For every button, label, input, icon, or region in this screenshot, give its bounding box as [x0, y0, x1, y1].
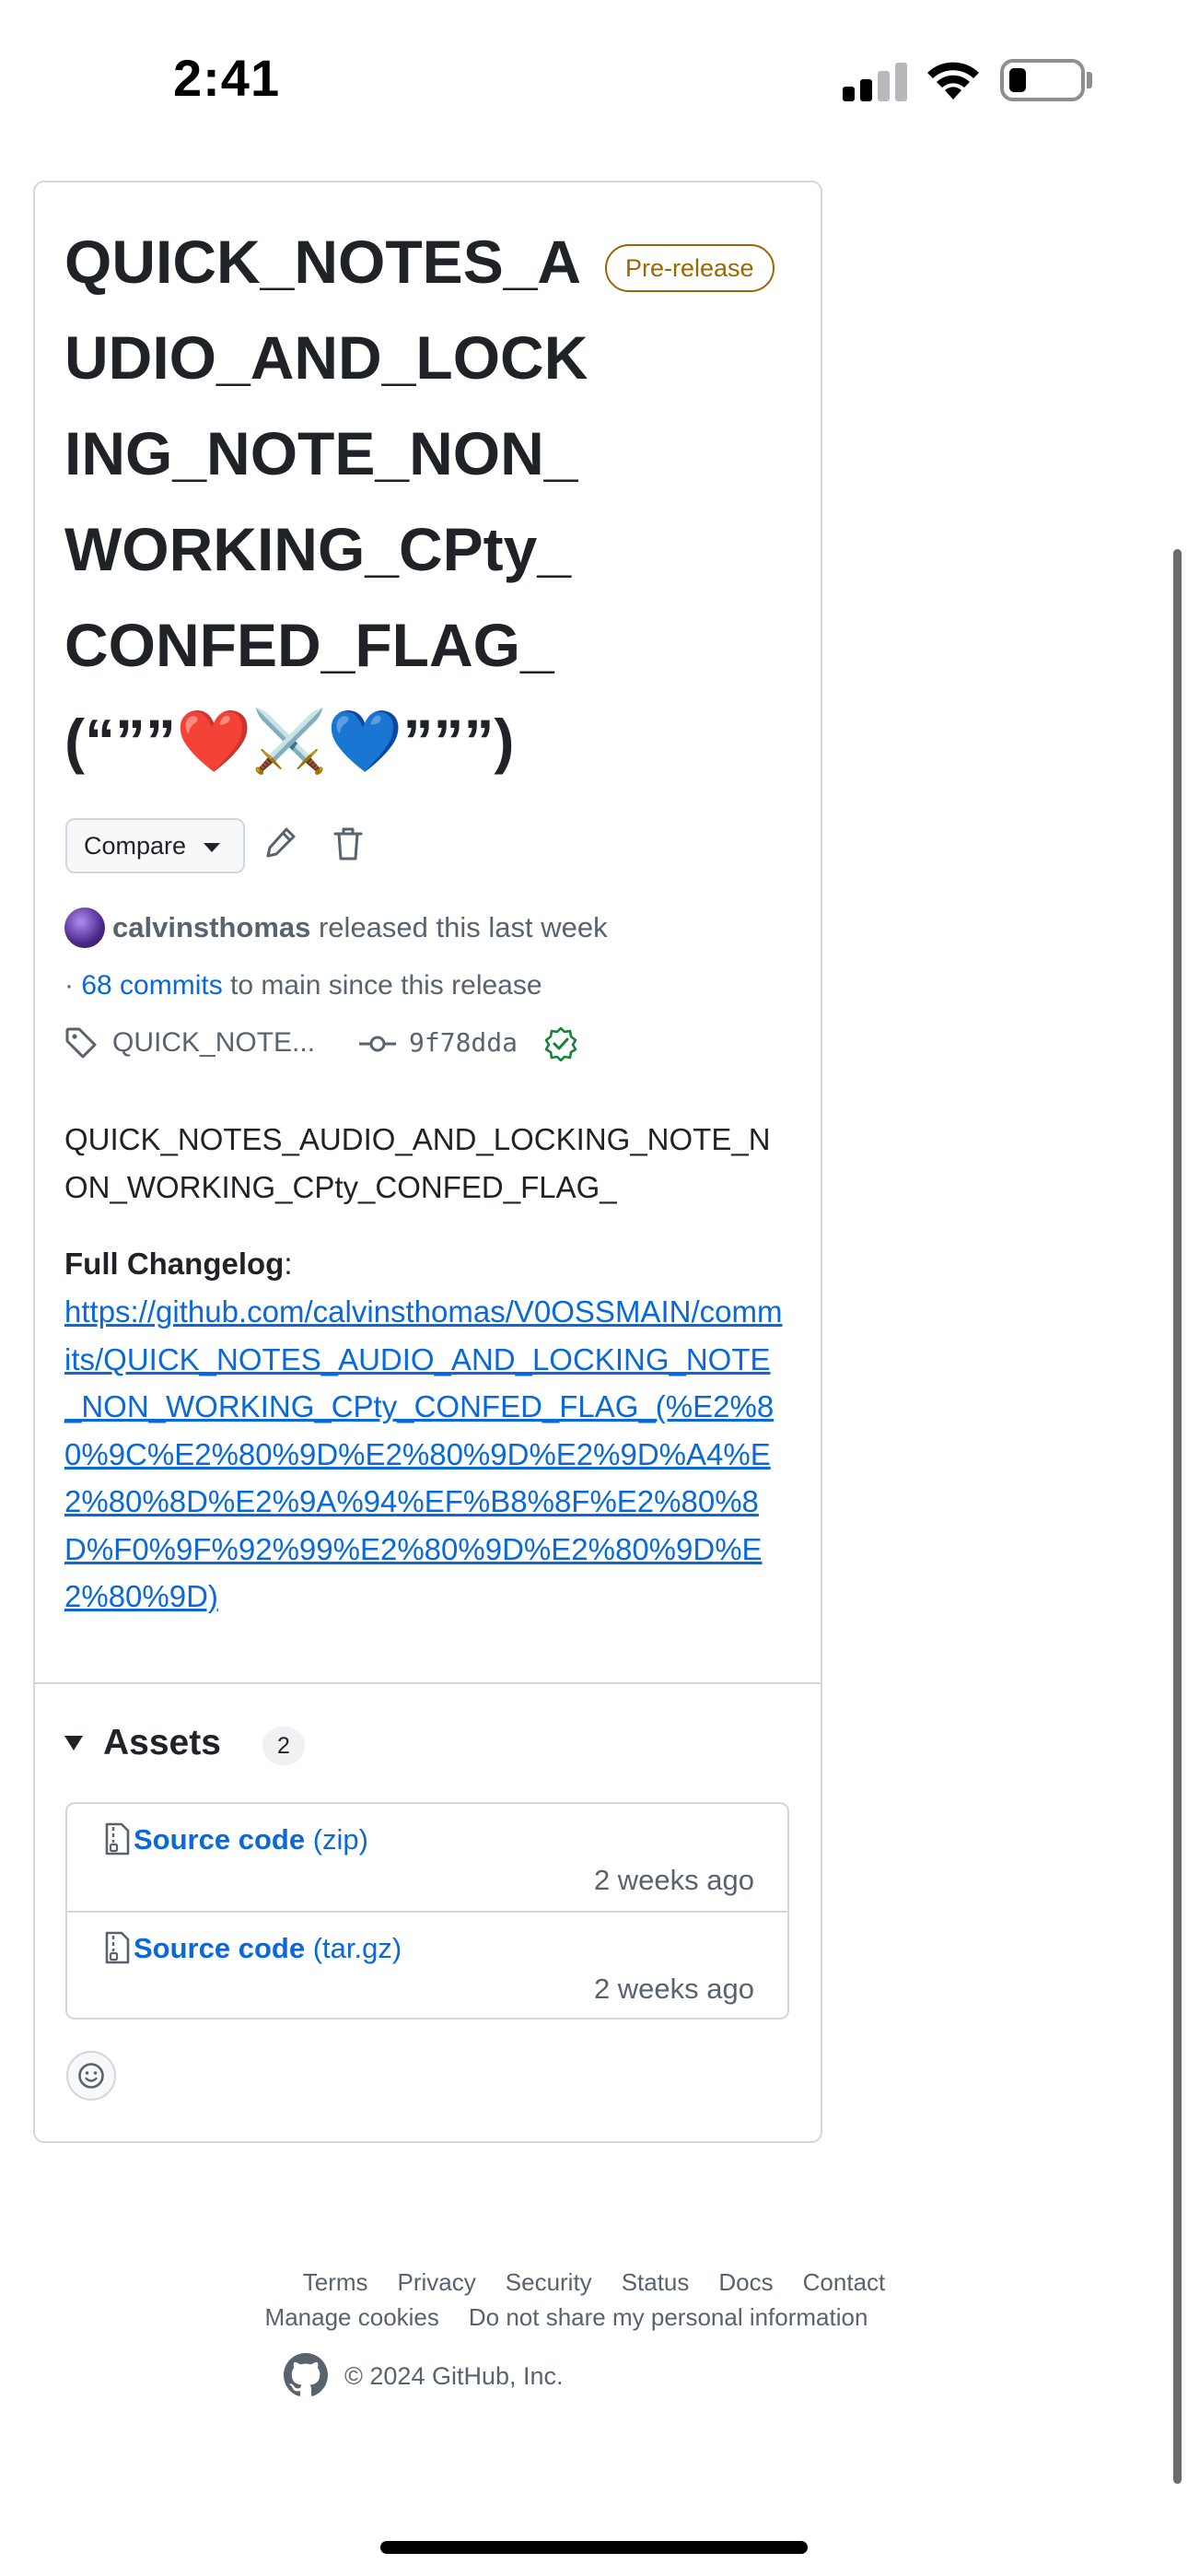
- commits-since-release: · 68 commits to main since this release: [64, 967, 542, 1004]
- cellular-signal-icon: [843, 61, 909, 101]
- page-scrollbar[interactable]: [1173, 549, 1182, 2484]
- asset-date: 2 weeks ago: [593, 1973, 754, 2005]
- assets-list: Source code (zip) 2 weeks ago Source cod…: [65, 1802, 789, 2020]
- file-zip-icon: [105, 1931, 130, 1964]
- footer-link-privacy[interactable]: Privacy: [398, 2265, 476, 2300]
- caret-down-icon: [204, 843, 220, 852]
- tag-link[interactable]: QUICK_NOTE...: [112, 1025, 315, 1061]
- asset-date: 2 weeks ago: [593, 1864, 754, 1896]
- asset-name: Source code: [134, 1823, 306, 1856]
- trash-icon[interactable]: [332, 825, 365, 862]
- footer-link-do-not-share[interactable]: Do not share my personal information: [469, 2300, 868, 2335]
- footer-link-security[interactable]: Security: [506, 2265, 592, 2300]
- compare-button[interactable]: Compare: [65, 818, 245, 873]
- commit-sha-link[interactable]: 9f78dda: [409, 1025, 518, 1061]
- footer-links-secondary: Manage cookies Do not share my personal i…: [0, 2300, 1188, 2335]
- changelog-colon: :: [284, 1247, 293, 1281]
- github-logo-icon[interactable]: [284, 2353, 328, 2397]
- tag-icon: [65, 1027, 97, 1059]
- asset-ext: (tar.gz): [312, 1932, 402, 1964]
- footer-link-contact[interactable]: Contact: [803, 2265, 886, 2300]
- battery-tip: [1087, 72, 1092, 88]
- asset-ext: (zip): [312, 1823, 368, 1856]
- footer-links: Terms Privacy Security Status Docs Contact: [0, 2265, 1188, 2300]
- release-title: QUICK_NOTES_AUDIO_AND_LOCKING_NOTE_NON_W…: [64, 228, 588, 775]
- asset-row: Source code (zip) 2 weeks ago: [67, 1804, 787, 1911]
- author-link[interactable]: calvinsthomas: [112, 911, 310, 943]
- section-divider: [35, 1682, 821, 1684]
- commits-link[interactable]: 68 commits: [81, 970, 222, 1001]
- status-time: 2:41: [173, 49, 281, 107]
- changelog-link[interactable]: https://github.com/calvinsthomas/V0OSSMA…: [64, 1288, 783, 1621]
- release-notes-text: QUICK_NOTES_AUDIO_AND_LOCKING_NOTE_NON_W…: [64, 1122, 771, 1204]
- verified-icon[interactable]: [543, 1026, 578, 1061]
- add-reaction-button[interactable]: [66, 2051, 116, 2101]
- commits-prefix: ·: [64, 970, 82, 1001]
- battery-icon: [1000, 59, 1085, 101]
- footer-link-docs[interactable]: Docs: [718, 2265, 773, 2300]
- smiley-icon: [78, 2063, 104, 2089]
- assets-heading[interactable]: Assets: [103, 1719, 221, 1767]
- full-changelog-label: Full Changelog:: [64, 1240, 293, 1288]
- footer-link-status[interactable]: Status: [622, 2265, 690, 2300]
- status-bar: 2:41: [0, 0, 1188, 157]
- home-indicator[interactable]: [380, 2541, 808, 2554]
- release-author-line: calvinsthomas released this last week: [112, 908, 608, 947]
- prerelease-badge: Pre-release: [605, 244, 775, 292]
- git-commit-icon: [359, 1036, 396, 1052]
- assets-count-badge: 2: [262, 1727, 305, 1765]
- commits-suffix: to main since this release: [222, 970, 542, 1001]
- changelog-label-text: Full Changelog: [64, 1247, 285, 1281]
- triangle-down-icon[interactable]: [64, 1736, 83, 1751]
- wifi-icon: [927, 62, 979, 100]
- avatar[interactable]: [64, 907, 105, 948]
- pencil-icon[interactable]: [264, 825, 297, 859]
- asset-link-targz[interactable]: Source code (tar.gz): [134, 1929, 402, 1968]
- footer-link-terms[interactable]: Terms: [303, 2265, 368, 2300]
- compare-button-label: Compare: [84, 832, 187, 860]
- footer-link-manage-cookies[interactable]: Manage cookies: [265, 2300, 439, 2335]
- asset-name: Source code: [134, 1932, 306, 1964]
- asset-link-zip[interactable]: Source code (zip): [134, 1821, 368, 1859]
- released-text: released this last week: [310, 911, 608, 943]
- copyright-text: © 2024 GitHub, Inc.: [344, 2362, 564, 2390]
- asset-row: Source code (tar.gz) 2 weeks ago: [67, 1911, 787, 2018]
- file-zip-icon: [105, 1822, 130, 1856]
